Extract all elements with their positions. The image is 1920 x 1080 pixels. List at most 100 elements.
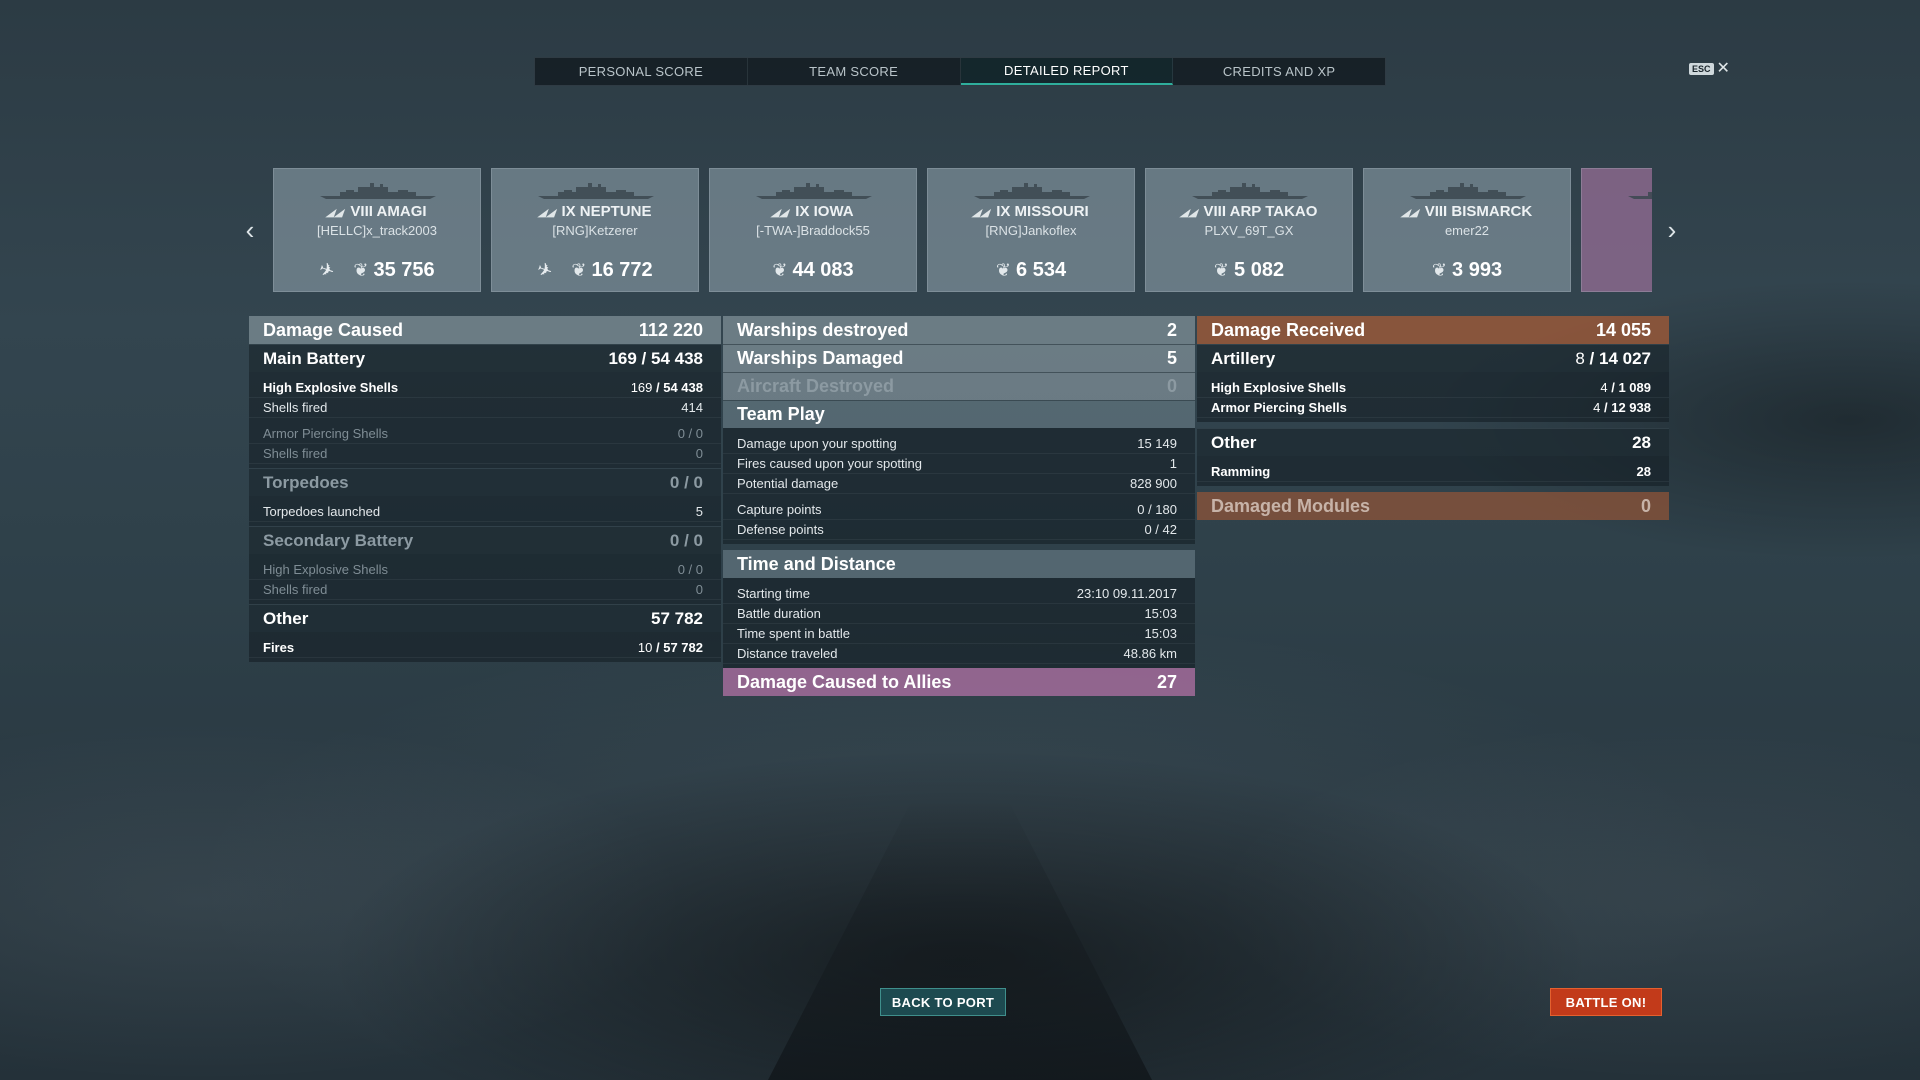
damage-received-panel: Damage Received 14 055 Artillery 8 / 14 … xyxy=(1197,316,1669,520)
ship-tier: IX xyxy=(795,203,810,220)
ship-bow-shadow xyxy=(768,800,1152,1080)
ship-class-icon: ◢◢ xyxy=(769,207,792,219)
ship-card[interactable]: ◢◢ VIII AMAGI [HELLC]x_track2003 ✈ ❦ 35 756 xyxy=(273,168,481,292)
shells-fired-label: Shells fired xyxy=(263,582,328,597)
damage-caused-panel: Damage Caused 112 220 Main Battery 169 /… xyxy=(249,316,721,662)
aircraft-destroyed-row: Aircraft Destroyed 0 xyxy=(723,372,1195,400)
ship-name: ◢◢ IX IOWA xyxy=(710,203,916,220)
ship-score: ❦ 3 993 xyxy=(1364,259,1570,282)
torpedoes-launched-value: 5 xyxy=(695,504,703,519)
secondary-he-value: 0 / 0 xyxy=(677,562,703,577)
torpedoes-title: Torpedoes xyxy=(263,472,349,492)
aircraft-icon: ✈ xyxy=(316,258,338,283)
teamplay-row: Potential damage 828 900 xyxy=(723,474,1195,494)
other-caused-details: Fires 10 / 57 782 xyxy=(249,632,721,662)
ship-tier-name: MISSOURI xyxy=(1014,203,1089,220)
ship-score: ❦ 5 082 xyxy=(1146,259,1352,282)
back-to-port-button[interactable]: BACK TO PORT xyxy=(880,988,1006,1016)
damage-caused-title: Damage Caused xyxy=(263,319,404,340)
player-name: [RNG]Jankoflex xyxy=(985,223,1077,238)
tab-credits-and-xp[interactable]: CREDITS AND XP xyxy=(1173,58,1385,85)
main-battery-value: 169 / 54 438 xyxy=(608,348,703,368)
time-row: Starting time 23:10 09.11.2017 xyxy=(723,584,1195,604)
player-name: [RNG]Ketzerer xyxy=(552,223,638,238)
aircraft-destroyed-value: 0 xyxy=(1166,376,1177,396)
ship-tier-name: ARP TAKAO xyxy=(1229,203,1318,220)
ap-shells-value: 0 / 0 xyxy=(677,426,703,441)
ship-name: ◢◢ VIII ARP TAKAO xyxy=(1146,203,1352,220)
time-row: Time spent in battle 15:03 xyxy=(723,624,1195,644)
damage-to-allies-row: Damage Caused to Allies 27 xyxy=(723,668,1195,696)
ship-silhouette-icon xyxy=(1408,182,1528,200)
ship-card[interactable]: ◢◢ IX MISSOURI [RNG]Jankoflex ❦ 6 534 xyxy=(927,168,1135,292)
laurel-icon: ❦ xyxy=(1213,260,1230,280)
carousel-next-arrow-icon[interactable]: › xyxy=(1662,217,1682,243)
time-row: Battle duration 15:03 xyxy=(723,604,1195,624)
ap-shells-row: Armor Piercing Shells 0 / 0 xyxy=(249,424,721,444)
ship-card[interactable]: ◢◢ IX IOWA [-TWA-]Braddock55 ❦ 44 083 xyxy=(709,168,917,292)
torpedoes-details: Torpedoes launched 5 xyxy=(249,496,721,526)
secondary-he-row: High Explosive Shells 0 / 0 xyxy=(249,560,721,580)
laurel-icon: ❦ xyxy=(772,260,788,280)
ship-class-icon: ◢◢ xyxy=(970,207,993,219)
battle-on-button[interactable]: BATTLE ON! xyxy=(1550,988,1662,1016)
ship-card[interactable]: ◢◢ IX NEPTUNE [RNG]Ketzerer ✈ ❦ 16 772 xyxy=(491,168,699,292)
ship-silhouette-icon xyxy=(318,182,438,200)
result-tabs: PERSONAL SCORE TEAM SCORE DETAILED REPOR… xyxy=(534,57,1386,86)
ship-tier: VIII xyxy=(350,203,373,220)
tab-detailed-report[interactable]: DETAILED REPORT xyxy=(960,58,1174,85)
carousel-prev-arrow-icon[interactable]: ‹ xyxy=(240,217,260,243)
ship-name: ◢◢ IX NEPTUNE xyxy=(492,203,698,220)
shells-fired-label: Shells fired xyxy=(263,400,328,415)
other-received-header: Other 28 xyxy=(1197,428,1669,456)
player-name: emer22 xyxy=(1444,223,1490,238)
ship-silhouette-icon xyxy=(1626,182,1652,200)
torpedoes-value: 0 / 0 xyxy=(669,472,703,492)
teamplay-row: Defense points 0 / 42 xyxy=(723,520,1195,540)
player-name: [-TWA-]Braddock55 xyxy=(756,223,870,238)
fires-value: 10 / 57 782 xyxy=(637,640,703,655)
other-received-value: 28 xyxy=(1632,432,1651,452)
other-caused-title: Other xyxy=(263,608,309,628)
shells-fired-label: Shells fired xyxy=(263,446,328,461)
secondary-battery-header: Secondary Battery 0 / 0 xyxy=(249,526,721,554)
ship-card[interactable]: ◢◢ VIII BISMARCK emer22 ❦ 3 993 xyxy=(1363,168,1571,292)
aircraft-destroyed-title: Aircraft Destroyed xyxy=(737,376,895,396)
ship-tier-name: IOWA xyxy=(813,203,854,220)
he-shells-label: High Explosive Shells xyxy=(263,380,399,395)
close-button[interactable]: ESC ✕ xyxy=(1689,61,1730,77)
ship-name: ◢◢ VIII BISMARCK xyxy=(1364,203,1570,220)
received-he-row: High Explosive Shells 4 / 1 089 xyxy=(1197,378,1669,398)
aircraft-icon: ✈ xyxy=(534,258,556,283)
ship-card[interactable]: ◢◢ VIII ARP TAKAO PLXV_69T_GX ❦ 5 082 xyxy=(1145,168,1353,292)
ship-card[interactable]: ◢◢V x xyxy=(1581,168,1652,292)
time-distance-details: Starting time 23:10 09.11.2017 Battle dur… xyxy=(723,578,1195,668)
damage-received-title: Damage Received xyxy=(1211,319,1366,340)
teamplay-row: Capture points 0 / 180 xyxy=(723,500,1195,520)
shells-fired-value: 0 xyxy=(695,582,703,597)
ship-silhouette-icon xyxy=(754,182,874,200)
teamplay-row: Damage upon your spotting 15 149 xyxy=(723,434,1195,454)
team-play-details: Damage upon your spotting 15 149 Fires ca… xyxy=(723,428,1195,544)
ship-tier: VIII xyxy=(1424,203,1448,220)
ship-score-value: 3 993 xyxy=(1452,259,1503,281)
player-name: x xyxy=(1582,223,1652,238)
damage-to-allies-value: 27 xyxy=(1156,671,1177,692)
ship-score: ❦ 44 083 xyxy=(710,259,916,282)
warships-destroyed-title: Warships destroyed xyxy=(737,319,909,340)
damage-to-allies-title: Damage Caused to Allies xyxy=(737,671,952,692)
tab-personal-score[interactable]: PERSONAL SCORE xyxy=(535,58,748,85)
ship-score-value: 35 756 xyxy=(373,259,435,281)
ship-name: ◢◢ VIII AMAGI xyxy=(274,203,480,220)
ship-silhouette-icon xyxy=(972,182,1092,200)
ship-tier-name: AMAGI xyxy=(376,203,427,220)
artillery-title: Artillery xyxy=(1211,348,1276,368)
ship-class-icon: ◢◢ xyxy=(1178,207,1200,219)
teamplay-row: Fires caused upon your spotting 1 xyxy=(723,454,1195,474)
main-battery-details: High Explosive Shells 169 / 54 438 Shell… xyxy=(249,372,721,468)
time-distance-title: Time and Distance xyxy=(737,553,896,574)
warships-damaged-row: Warships Damaged 5 xyxy=(723,344,1195,372)
artillery-value: 8 / 14 027 xyxy=(1575,348,1651,368)
tab-team-score[interactable]: TEAM SCORE xyxy=(748,58,961,85)
ship-score: ✈ ❦ 35 756 xyxy=(274,258,480,283)
